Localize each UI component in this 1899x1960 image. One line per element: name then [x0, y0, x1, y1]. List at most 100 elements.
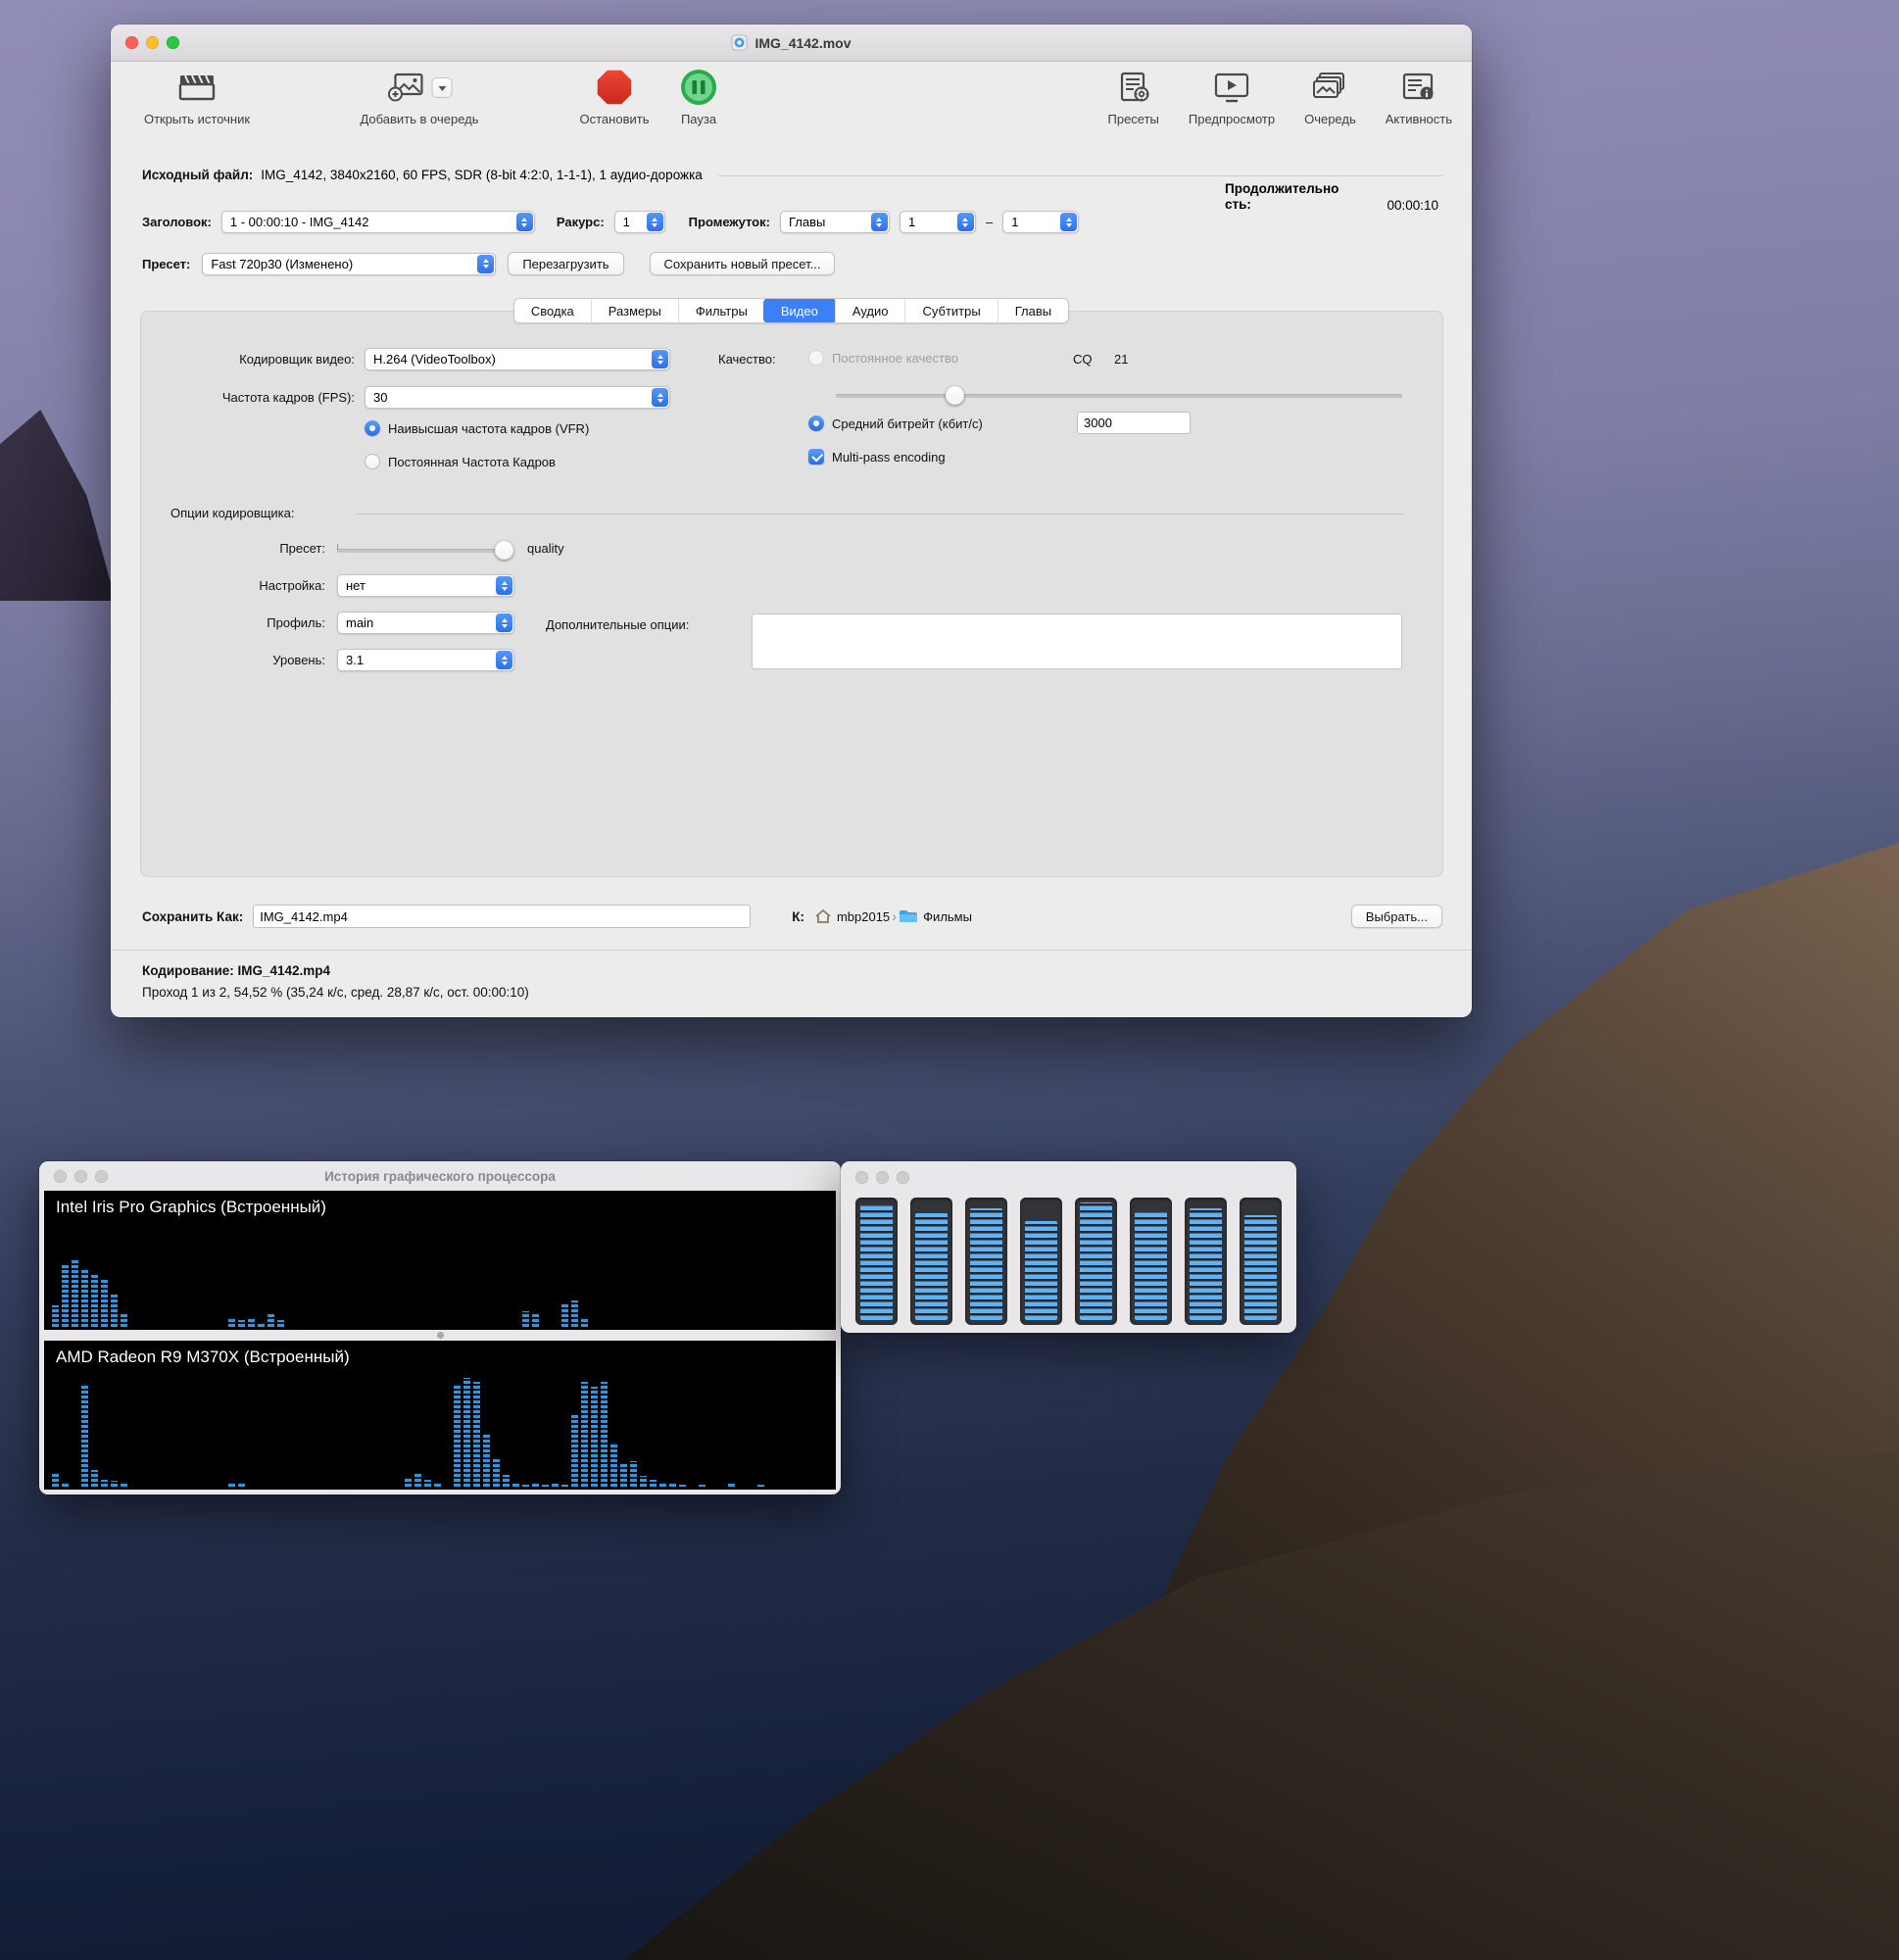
folder-icon: [899, 908, 918, 924]
close-button[interactable]: [54, 1170, 67, 1183]
encoder-popup[interactable]: H.264 (VideoToolbox): [365, 348, 670, 370]
proxy-icon: [731, 34, 748, 51]
minimize-button[interactable]: [74, 1170, 87, 1183]
queue-label: Очередь: [1304, 112, 1356, 126]
zoom-button[interactable]: [95, 1170, 108, 1183]
location-home[interactable]: mbp2015: [837, 909, 890, 924]
cq-value: 21: [1114, 352, 1128, 367]
open-source-button[interactable]: Открыть источник: [144, 68, 250, 126]
cpu-core-meter: [1185, 1198, 1227, 1325]
tune-popup[interactable]: нет: [337, 574, 514, 597]
profile-popup[interactable]: main: [337, 612, 514, 634]
stop-button[interactable]: Остановить: [580, 68, 650, 126]
minimize-button[interactable]: [146, 36, 159, 49]
save-new-preset-button[interactable]: Сохранить новый пресет...: [650, 252, 836, 275]
tab-subtitles[interactable]: Субтитры: [904, 299, 997, 322]
extra-options-label: Дополнительные опции:: [546, 617, 689, 632]
preset-slider[interactable]: [337, 549, 507, 553]
preset-slider-knob[interactable]: [495, 541, 513, 560]
tab-dimensions[interactable]: Размеры: [591, 299, 678, 322]
duration-label: Продолжительность:: [1225, 181, 1344, 213]
vfr-radio[interactable]: Наивысшая частота кадров (VFR): [365, 420, 589, 436]
stepper-icon: [957, 213, 974, 231]
zoom-button[interactable]: [897, 1171, 909, 1184]
avg-bitrate-label: Средний битрейт (кбит/с): [832, 416, 983, 431]
pause-button[interactable]: Пауза: [680, 68, 717, 126]
preset-popup[interactable]: Fast 720p30 (Изменено): [202, 253, 496, 275]
profile-value: main: [346, 615, 373, 630]
traffic-lights: [125, 36, 179, 49]
preset-slider-label: Пресет:: [239, 541, 325, 556]
titlebar[interactable]: История графического процессора: [39, 1161, 841, 1191]
tab-video[interactable]: Видео: [763, 298, 836, 323]
close-button[interactable]: [855, 1171, 868, 1184]
preview-label: Предпросмотр: [1189, 112, 1275, 126]
quality-slider-knob[interactable]: [946, 386, 964, 405]
zoom-button[interactable]: [167, 36, 179, 49]
cpu-core-meter: [1130, 1198, 1172, 1325]
radio-icon: [808, 350, 824, 366]
constant-quality-label: Постоянное качество: [832, 351, 958, 366]
framerate-popup[interactable]: 30: [365, 386, 670, 409]
titlebar[interactable]: IMG_4142.mov: [111, 24, 1472, 62]
tune-value: нет: [346, 578, 365, 593]
range-label: Промежуток:: [689, 215, 770, 229]
bitrate-input[interactable]: [1077, 412, 1191, 434]
encoding-progress: Проход 1 из 2, 54,52 % (35,24 к/с, сред.…: [142, 985, 529, 1000]
splitter-handle-icon: [437, 1332, 444, 1339]
add-queue-dropdown-button[interactable]: [432, 77, 453, 98]
window-title: История графического процессора: [324, 1169, 556, 1184]
stop-label: Остановить: [580, 112, 650, 126]
close-button[interactable]: [125, 36, 138, 49]
level-value: 3.1: [346, 653, 364, 667]
pause-label: Пауза: [681, 112, 716, 126]
range-end-popup[interactable]: 1: [1002, 211, 1079, 233]
tab-summary[interactable]: Сводка: [514, 299, 591, 322]
range-dash: –: [986, 215, 993, 229]
divider: [111, 950, 1472, 951]
preset-row: Пресет: Fast 720p30 (Изменено) Перезагру…: [142, 252, 835, 275]
tab-audio[interactable]: Аудио: [835, 299, 905, 322]
filename-input[interactable]: [253, 905, 751, 928]
cfr-radio[interactable]: Постоянная Частота Кадров: [365, 454, 556, 469]
quality-slider[interactable]: [836, 394, 1402, 398]
tab-filters[interactable]: Фильтры: [678, 299, 764, 322]
preset-slider-value: quality: [527, 541, 564, 556]
preset-label: Пресет:: [142, 257, 190, 271]
intel-gpu-panel: Intel Iris Pro Graphics (Встроенный): [44, 1191, 836, 1330]
range-type-popup[interactable]: Главы: [780, 211, 890, 233]
tab-chapters[interactable]: Главы: [998, 299, 1068, 322]
location-folder[interactable]: Фильмы: [923, 909, 972, 924]
open-source-label: Открыть источник: [144, 112, 250, 126]
preview-button[interactable]: Предпросмотр: [1189, 68, 1275, 126]
add-to-queue-button[interactable]: Добавить в очередь: [360, 68, 478, 126]
title-popup[interactable]: 1 - 00:00:10 - IMG_4142: [221, 211, 535, 233]
toolbar-right-group: Пресеты Предпросмотр Очередь Активность: [1108, 68, 1453, 126]
level-popup[interactable]: 3.1: [337, 649, 514, 671]
presets-button[interactable]: Пресеты: [1108, 68, 1159, 126]
window-title: IMG_4142.mov: [755, 35, 851, 51]
angle-popup[interactable]: 1: [614, 211, 665, 233]
extra-options-input[interactable]: [752, 613, 1402, 669]
amd-gpu-chart: [52, 1370, 828, 1487]
stop-icon: [597, 70, 632, 105]
panel-splitter[interactable]: [44, 1330, 836, 1341]
radio-icon: [365, 420, 380, 436]
radio-icon: [365, 454, 380, 469]
browse-button[interactable]: Выбрать...: [1351, 905, 1442, 928]
cpu-meters-window: [841, 1161, 1296, 1333]
slider-tick: [337, 544, 338, 550]
clapperboard-icon: [177, 72, 217, 103]
constant-quality-radio[interactable]: Постоянное качество: [808, 350, 958, 366]
range-start-popup[interactable]: 1: [900, 211, 976, 233]
multipass-checkbox[interactable]: Multi-pass encoding: [808, 449, 946, 465]
title-row: Заголовок: 1 - 00:00:10 - IMG_4142 Ракур…: [142, 211, 1079, 233]
title-label: Заголовок:: [142, 215, 212, 229]
avg-bitrate-radio[interactable]: Средний битрейт (кбит/с): [808, 416, 983, 431]
activity-button[interactable]: Активность: [1386, 68, 1452, 126]
reload-preset-button[interactable]: Перезагрузить: [508, 252, 623, 275]
minimize-button[interactable]: [876, 1171, 889, 1184]
queue-button[interactable]: Очередь: [1304, 68, 1356, 126]
source-label: Исходный файл:: [142, 168, 253, 182]
encoder-options-label: Опции кодировщика:: [170, 506, 295, 520]
